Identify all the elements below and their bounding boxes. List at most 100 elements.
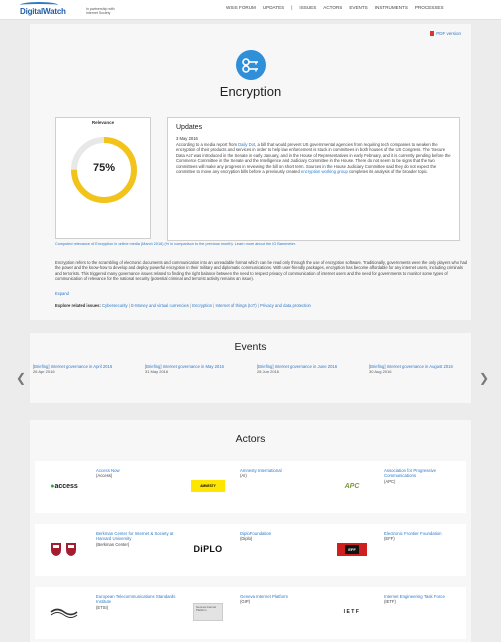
nav-processes[interactable]: PROCESSES <box>415 5 444 10</box>
related-issue-privacy[interactable]: Privacy and data protection <box>260 303 311 308</box>
actor-name-text: Berkman Center for Internet & Society at… <box>96 531 174 542</box>
actor-abbr: (Diplo) <box>240 536 253 542</box>
access-logo-text: access <box>54 482 78 490</box>
diplo-logo: DiPLO <box>189 540 227 558</box>
relevance-value: 75% <box>92 162 116 174</box>
actor-name[interactable]: DiploFoundation (Diplo) <box>240 531 320 542</box>
separator: | <box>128 303 130 308</box>
actor-abbr: (AI) <box>240 473 247 479</box>
related-issue-emoney[interactable]: E-Money and virtual currencies <box>131 303 189 308</box>
nav-actors[interactable]: ACTORS <box>323 5 342 10</box>
actor-card[interactable]: APC Association for Progressive Communic… <box>323 461 466 513</box>
amnesty-logo-text: AMNESTY <box>191 480 225 492</box>
actor-name[interactable]: Association for Progressive Communicatio… <box>384 468 464 484</box>
nav-wsis-forum[interactable]: WSIS FORUM <box>226 5 256 10</box>
key-icon <box>236 50 266 80</box>
related-issue-encryption[interactable]: Encryption <box>192 303 212 308</box>
event-item[interactable]: [Briefing] Internet governance in May 20… <box>145 364 253 374</box>
actor-card[interactable]: AMNESTY Amnesty International (AI) <box>179 461 322 513</box>
relevance-label: Relevance <box>91 120 115 125</box>
actor-name-text: DiploFoundation <box>240 531 272 536</box>
separator: | <box>257 303 259 308</box>
ietf-logo: IETF <box>333 603 371 621</box>
update-text-part: completes its analysis of the broader to… <box>347 169 429 175</box>
actor-name-text: Association for Progressive Communicatio… <box>384 468 437 479</box>
actors-row: ●access Access Now (Access) AMNESTY Amnes… <box>35 461 466 513</box>
actor-card[interactable]: ●access Access Now (Access) <box>35 461 178 513</box>
topic-description: Encryption refers to the scrambling of e… <box>55 260 468 281</box>
nav-updates[interactable]: UPDATES <box>263 5 284 10</box>
event-item[interactable]: [Briefing] Internet governance in August… <box>369 364 477 374</box>
nav-divider: | <box>291 5 293 10</box>
relevance-box: Relevance 75% <box>55 117 151 239</box>
update-working-group-link[interactable]: encryption working group <box>301 169 348 174</box>
actor-card[interactable]: IETF Internet Engineering Task Force (IET… <box>323 587 466 639</box>
apc-logo: APC <box>333 477 371 495</box>
diplo-logo-text: DiPLO <box>193 544 223 554</box>
page-title: Encryption <box>219 84 282 99</box>
actor-name[interactable]: Electronic Frontier Foundation (EFF) <box>384 531 464 542</box>
actor-name[interactable]: Geneva Internet Platform (GIP) <box>240 594 320 605</box>
digitalwatch-logo[interactable]: DigitalWatch In partnership with Interne… <box>20 2 115 18</box>
pdf-version-link[interactable]: PDF version <box>430 31 461 36</box>
actor-abbr: (ETSI) <box>96 604 109 610</box>
apc-logo-text: APC <box>344 482 360 490</box>
logo-text: DigitalWatch <box>20 7 66 16</box>
pdf-version-label: PDF version <box>436 31 461 36</box>
actor-abbr: (IETF) <box>384 599 396 605</box>
nav-instruments[interactable]: INSTRUMENTS <box>375 5 408 10</box>
relevance-caption[interactable]: Computed relevance of Encryption in onli… <box>55 242 296 246</box>
actor-card[interactable]: Berkman Center for Internet & Society at… <box>35 524 178 576</box>
actor-name[interactable]: Internet Engineering Task Force (IETF) <box>384 594 464 605</box>
actor-name-text: Amnesty International <box>240 468 282 473</box>
pdf-icon <box>430 31 435 36</box>
gip-logo-text: Geneva Internet Platform <box>193 603 223 621</box>
amnesty-logo: AMNESTY <box>189 477 227 495</box>
event-item[interactable]: [Briefing] Internet governance in June 2… <box>257 364 365 374</box>
events-prev-arrow-icon[interactable]: ❮ <box>16 371 26 385</box>
actor-name[interactable]: European Telecommunications Standards In… <box>96 594 176 610</box>
actor-name-text: Access Now <box>96 468 120 473</box>
eff-logo: EFF <box>333 540 371 558</box>
topic-card: PDF version Encryption Relevance 75% Upd… <box>30 24 471 320</box>
actor-name[interactable]: Berkman Center for Internet & Society at… <box>96 531 176 547</box>
actor-card[interactable]: Geneva Internet Platform Geneva Internet… <box>179 587 322 639</box>
actor-card[interactable]: DiPLO DiploFoundation (Diplo) <box>179 524 322 576</box>
events-title: Events <box>234 341 267 353</box>
updates-box: Updates 3 May 2016 According to a media … <box>167 117 460 241</box>
related-issues: Explore related issues: Cybersecurity | … <box>55 303 311 308</box>
event-date: 28 Jun 2016 <box>257 369 280 374</box>
event-date: 26 Apr 2016 <box>33 369 55 374</box>
actor-name[interactable]: Amnesty International (AI) <box>240 468 320 479</box>
top-bar: DigitalWatch In partnership with Interne… <box>0 0 501 20</box>
actor-card[interactable]: EFF Electronic Frontier Foundation (EFF) <box>323 524 466 576</box>
actor-name[interactable]: Access Now (Access) <box>96 468 176 479</box>
events-next-arrow-icon[interactable]: ❯ <box>479 371 489 385</box>
harvard-shield-logo <box>45 540 83 558</box>
actor-name-text: Electronic Frontier Foundation <box>384 531 442 536</box>
etsi-logo <box>45 603 83 621</box>
related-issue-cybersecurity[interactable]: Cybersecurity <box>102 303 128 308</box>
ietf-logo-text: IETF <box>343 609 361 615</box>
actors-title: Actors <box>235 433 266 445</box>
related-issue-iot[interactable]: Internet of things (IoT) <box>215 303 256 308</box>
logo-partner-text: In partnership with Internet Society <box>86 7 115 15</box>
update-date: 3 May 2016 <box>176 136 198 141</box>
main-nav: WSIS FORUM UPDATES | ISSUES ACTORS EVENT… <box>226 5 444 10</box>
nav-events[interactable]: EVENTS <box>349 5 367 10</box>
actor-abbr: (GIP) <box>240 599 251 605</box>
actor-abbr: (Access) <box>96 473 113 479</box>
nav-issues[interactable]: ISSUES <box>299 5 316 10</box>
eff-logo-text: EFF <box>345 544 359 554</box>
separator: | <box>189 303 192 308</box>
actor-name-text: Geneva Internet Platform <box>240 594 289 599</box>
actor-name-text: European Telecommunications Standards In… <box>96 594 176 605</box>
access-logo: ●access <box>50 482 78 490</box>
expand-link[interactable]: Expand <box>55 291 69 296</box>
event-item[interactable]: [Briefing] Internet governance in April … <box>33 364 141 374</box>
actor-abbr: (Berkman Center) <box>96 541 130 547</box>
event-date: 31 May 2016 <box>145 369 169 374</box>
actor-card[interactable]: European Telecommunications Standards In… <box>35 587 178 639</box>
update-text: According to a media report from Daily D… <box>176 142 451 174</box>
update-source-link[interactable]: Daily Dot <box>238 142 255 147</box>
